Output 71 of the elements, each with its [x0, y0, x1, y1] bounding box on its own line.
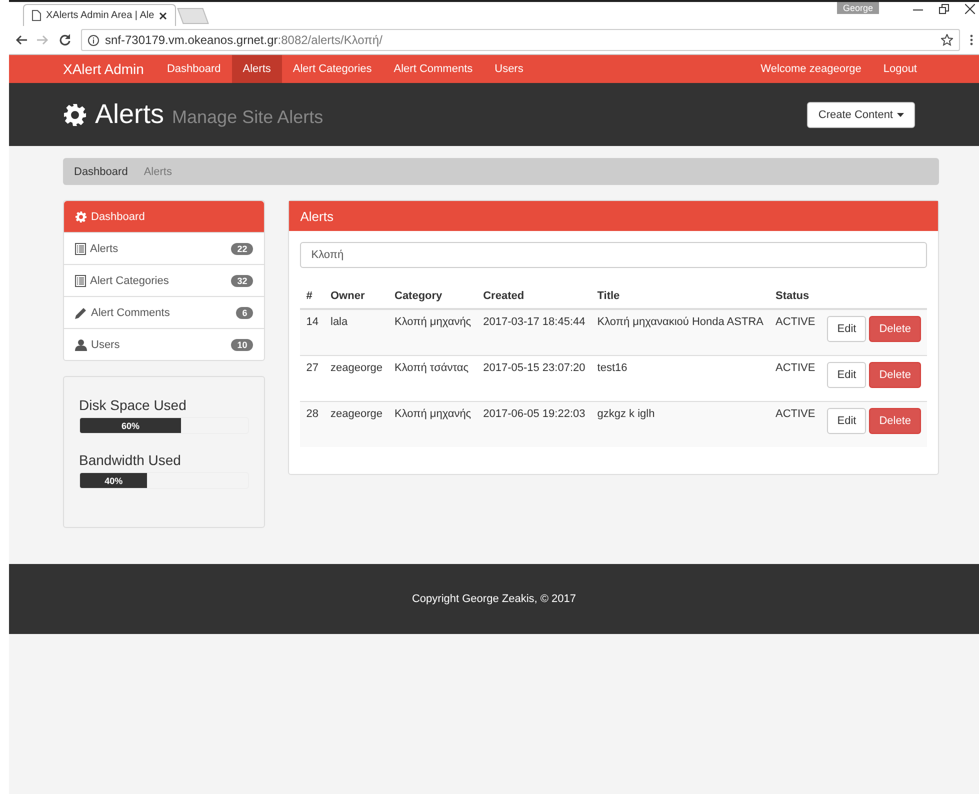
sidebar-item[interactable]: Dashboard: [64, 201, 264, 232]
edit-button[interactable]: Edit: [827, 362, 866, 388]
browser-tab[interactable]: XAlerts Admin Area | Ale: [23, 4, 176, 26]
progress-fill: 40%: [80, 473, 148, 488]
breadcrumb-link[interactable]: Alerts: [144, 166, 172, 178]
delete-button[interactable]: Delete: [869, 316, 921, 342]
table-cell: Κλοπή μηχανακιού Honda ASTRA: [591, 309, 770, 356]
page-icon: [32, 10, 41, 21]
table-cell: zeageorge: [324, 402, 388, 447]
edit-button[interactable]: Edit: [827, 316, 866, 342]
edit-button[interactable]: Edit: [827, 408, 866, 434]
table-cell: ACTIVE: [770, 402, 822, 447]
table-cell: 14: [300, 309, 324, 356]
user-icon: [75, 338, 87, 350]
table-cell: 2017-06-05 19:22:03: [477, 402, 592, 447]
table-cell: ACTIVE: [770, 309, 822, 356]
reload-icon[interactable]: [59, 34, 71, 46]
table-cell: Κλοπή μηχανής: [388, 309, 478, 356]
sidebar-label: Alert Categories: [90, 274, 169, 286]
nav-link[interactable]: Welcome zeageorge: [750, 55, 872, 83]
delete-button[interactable]: Delete: [869, 408, 921, 434]
close-icon[interactable]: [965, 4, 975, 14]
caret-icon: [897, 112, 904, 116]
count-badge: 32: [231, 274, 254, 286]
sidebar-label: Alert Comments: [91, 306, 170, 318]
nav-link[interactable]: Alerts: [232, 55, 282, 83]
progress-fill: 60%: [80, 418, 181, 433]
count-badge: 22: [231, 242, 254, 254]
restore-icon[interactable]: [939, 4, 949, 14]
nav-link[interactable]: Alert Comments: [382, 55, 484, 83]
nav-link[interactable]: Users: [484, 55, 534, 83]
gear-icon: [63, 102, 87, 126]
table-cell: gzkgz k iglh: [591, 402, 770, 447]
footer-text: Copyright George Zeakis, © 2017: [412, 593, 576, 605]
gear-icon: [75, 210, 87, 222]
brand-link[interactable]: XAlert Admin: [63, 61, 144, 77]
info-icon[interactable]: [88, 34, 99, 46]
table-cell: 28: [300, 402, 324, 447]
sidebar-label: Alerts: [90, 242, 118, 254]
list-icon: [75, 274, 86, 286]
table-cell: Κλοπή μηχανής: [388, 402, 478, 447]
sidebar-label: Dashboard: [91, 210, 145, 222]
usage-label: Disk Space Used: [79, 397, 188, 413]
menu-icon[interactable]: [970, 34, 973, 46]
list-icon: [75, 242, 86, 254]
search-field[interactable]: Κλοπή: [300, 242, 927, 268]
delete-button[interactable]: Delete: [869, 362, 921, 388]
sidebar-item[interactable]: Alerts 22: [64, 232, 264, 264]
table-cell: 2017-03-17 18:45:44: [477, 309, 592, 356]
close-icon[interactable]: [159, 12, 168, 20]
profile-button[interactable]: George: [836, 2, 879, 14]
table-cell: lala: [324, 309, 388, 356]
sidebar-item[interactable]: Alert Comments 6: [64, 296, 264, 328]
create-content-button[interactable]: Create Content: [807, 102, 915, 128]
count-badge: 6: [236, 306, 254, 318]
nav-link[interactable]: Logout: [872, 55, 928, 83]
star-icon[interactable]: [941, 34, 953, 46]
pencil-icon: [75, 306, 87, 318]
address-bar[interactable]: snf-730179.vm.okeanos.grnet.gr:8082/alerts/Κλοπή/: [81, 29, 960, 51]
page-subtitle: Manage Site Alerts: [172, 107, 324, 128]
breadcrumb-link[interactable]: Dashboard: [74, 166, 128, 178]
panel-title: Alerts: [289, 201, 938, 231]
sidebar-label: Users: [91, 338, 120, 350]
back-icon[interactable]: [15, 34, 27, 46]
sidebar-item[interactable]: Users 10: [64, 328, 264, 360]
page-title: Alerts: [95, 99, 164, 130]
nav-link[interactable]: Alert Categories: [282, 55, 383, 83]
nav-link[interactable]: Dashboard: [156, 55, 232, 83]
usage-label: Bandwidth Used: [79, 452, 182, 468]
count-badge: 10: [231, 338, 254, 350]
sidebar-item[interactable]: Alert Categories 32: [64, 264, 264, 296]
